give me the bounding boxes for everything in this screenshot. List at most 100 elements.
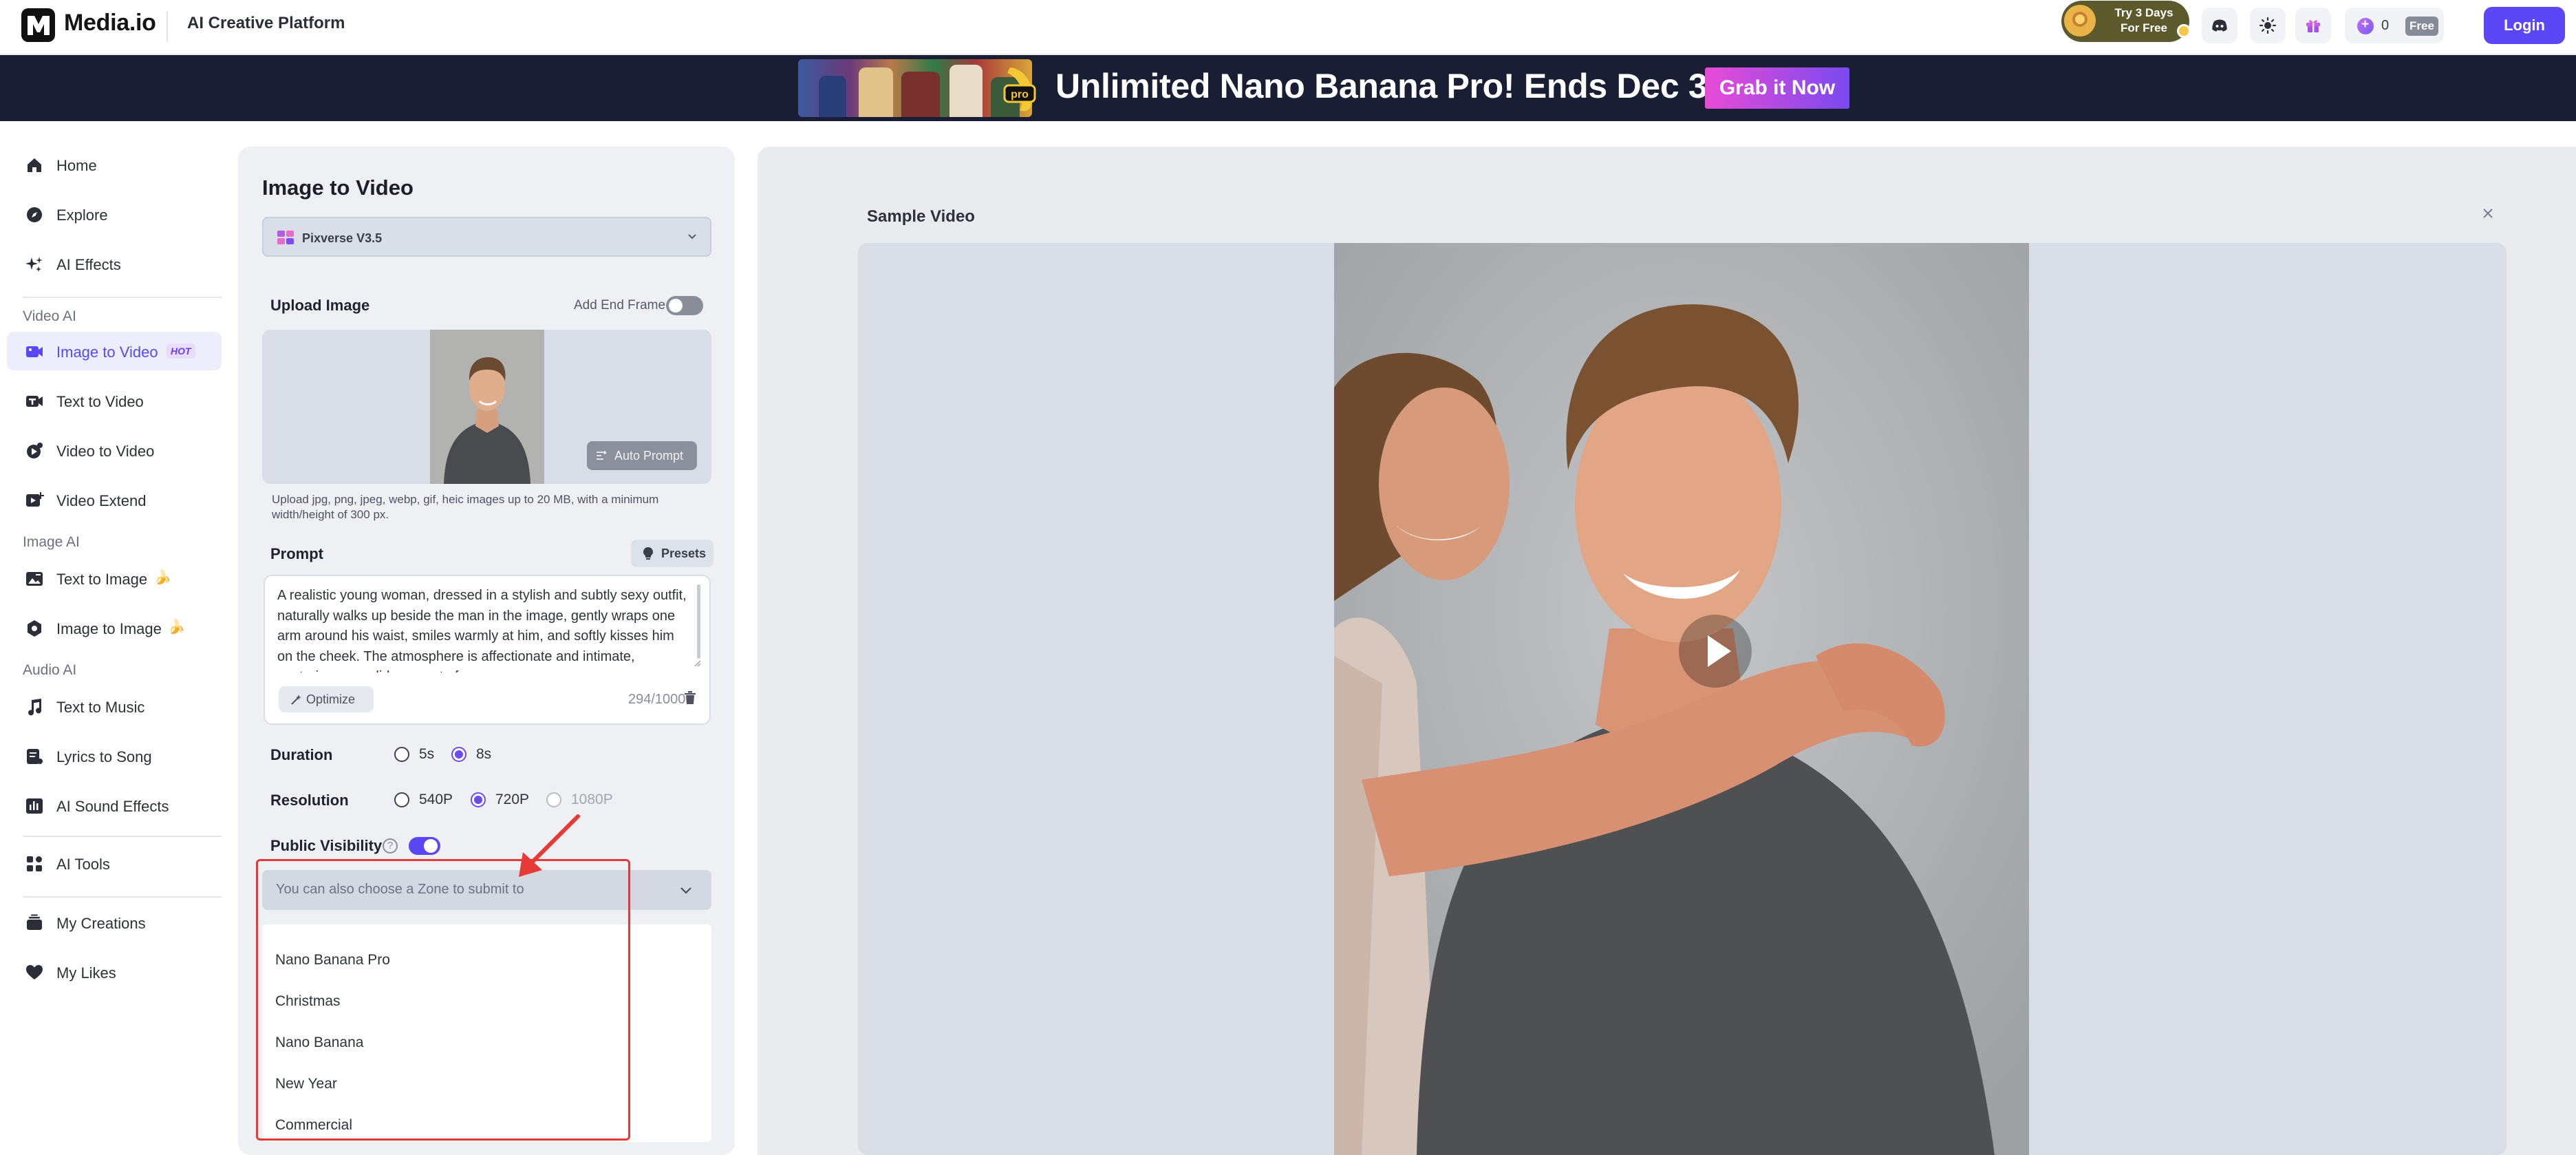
sidebar-item-text-to-image[interactable]: Text to Image 🍌: [7, 559, 222, 597]
auto-prompt-icon: [597, 451, 607, 460]
prompt-scrollbar[interactable]: [697, 584, 700, 659]
resolution-720p-radio[interactable]: [471, 792, 486, 807]
credits-pill[interactable]: 0 Free: [2345, 8, 2444, 43]
resolution-1080p-radio: [546, 792, 561, 807]
promo-artwork: [798, 59, 1032, 117]
public-visibility-toggle[interactable]: [409, 837, 440, 855]
uploaded-image-thumbnail[interactable]: [430, 330, 544, 484]
sidebar-label: Explore: [56, 206, 108, 224]
upload-image-label: Upload Image: [270, 297, 370, 314]
sidebar-item-ai-sound-effects[interactable]: AI Sound Effects: [7, 786, 222, 825]
sidebar-item-image-to-video[interactable]: Image to Video HOT: [7, 332, 222, 370]
help-icon[interactable]: ?: [383, 838, 398, 854]
grab-it-now-button[interactable]: Grab it Now: [1705, 67, 1849, 109]
tools-grid-icon: [27, 856, 42, 871]
model-select[interactable]: Pixverse V3.5: [262, 217, 711, 257]
end-frame-toggle[interactable]: [666, 296, 703, 315]
sidebar-item-text-to-video[interactable]: Text to Video: [7, 381, 222, 420]
sidebar-item-video-extend[interactable]: Video Extend: [7, 480, 222, 519]
chevron-down-icon: [688, 234, 696, 240]
lyrics-icon: [27, 749, 43, 764]
sidebar-label: Image to Video: [56, 343, 158, 361]
sidebar-label: My Likes: [56, 964, 116, 982]
prompt-textarea[interactable]: A realistic young woman, dressed in a st…: [264, 575, 711, 725]
sidebar-label: Image to Image: [56, 620, 162, 637]
section-video-ai: Video AI: [23, 308, 76, 324]
sidebar-item-lyrics-to-song[interactable]: Lyrics to Song: [7, 737, 222, 775]
upload-dropzone[interactable]: Auto Prompt: [262, 330, 711, 484]
image-video-icon: [26, 346, 43, 357]
resolution-540p-label[interactable]: 540P: [419, 792, 453, 808]
presets-bulb-icon: [643, 547, 653, 560]
sidebar-item-text-to-music[interactable]: Text to Music: [7, 687, 222, 725]
sidebar-item-image-to-image[interactable]: Image to Image 🍌: [7, 608, 222, 647]
banana-pro-icon: pro: [1003, 67, 1036, 112]
sidebar-item-home[interactable]: Home: [7, 145, 222, 184]
trial-gem-icon: [2177, 24, 2191, 38]
section-audio-ai: Audio AI: [23, 662, 77, 678]
character-counter: 294/1000: [628, 692, 686, 707]
sidebar-label: Text to Image: [56, 571, 148, 588]
theme-sun-icon[interactable]: [2250, 8, 2286, 43]
auto-prompt-label: Auto Prompt: [614, 449, 684, 463]
sidebar-label: AI Effects: [56, 256, 121, 273]
sidebar-label: Video Extend: [56, 492, 147, 509]
sidebar-item-explore[interactable]: Explore: [7, 195, 222, 233]
trial-star-icon: [2064, 5, 2096, 36]
sidebar-label: AI Tools: [56, 856, 110, 873]
sidebar-label: My Creations: [56, 915, 146, 932]
model-value: Pixverse V3.5: [302, 231, 383, 245]
prompt-text[interactable]: A realistic young woman, dressed in a st…: [277, 586, 689, 672]
sidebar-divider: [23, 297, 222, 298]
banana-icon: 🍌: [154, 570, 171, 585]
sidebar-item-ai-tools[interactable]: AI Tools: [7, 844, 222, 882]
promo-banner[interactable]: pro Unlimited Nano Banana Pro! Ends Dec …: [0, 55, 2576, 121]
resolution-label: Resolution: [270, 792, 349, 809]
image-image-icon: [28, 620, 41, 637]
section-image-ai: Image AI: [23, 534, 80, 550]
prompt-label: Prompt: [270, 545, 323, 562]
sidebar: Home Explore AI Effects Video AI Image t…: [0, 121, 227, 1155]
resolution-540p-radio[interactable]: [394, 792, 409, 807]
top-header: Media.io AI Creative Platform Try 3 Days…: [0, 0, 2576, 54]
hot-badge: HOT: [167, 343, 195, 359]
annotation-arrow-icon: [519, 814, 580, 877]
sidebar-item-my-creations[interactable]: My Creations: [7, 903, 222, 942]
highlight-box: [256, 859, 630, 1141]
chevron-down-icon: [680, 887, 691, 894]
banana-icon: 🍌: [168, 619, 185, 635]
sound-bars-icon: [26, 798, 43, 814]
duration-5s-radio[interactable]: [394, 747, 409, 762]
credit-count: 0: [2381, 18, 2390, 33]
duration-8s-radio[interactable]: [451, 747, 466, 762]
trial-line-2: For Free: [2120, 21, 2168, 34]
sidebar-item-ai-effects[interactable]: AI Effects: [7, 244, 222, 283]
sidebar-label: Text to Music: [56, 699, 145, 716]
sidebar-label: Home: [56, 157, 97, 174]
sidebar-item-my-likes[interactable]: My Likes: [7, 953, 222, 991]
auto-prompt-button[interactable]: Auto Prompt: [587, 441, 697, 470]
trash-icon[interactable]: [683, 690, 697, 706]
gift-icon[interactable]: [2295, 8, 2331, 43]
optimize-button[interactable]: Optimize: [279, 686, 374, 712]
resize-handle-icon[interactable]: [693, 659, 701, 667]
compass-icon: [27, 207, 42, 222]
optimize-label: Optimize: [306, 692, 356, 706]
resolution-720p-label[interactable]: 720P: [495, 792, 529, 808]
media-io-logo-icon[interactable]: [21, 8, 55, 42]
discord-icon[interactable]: [2202, 8, 2237, 43]
sample-video-area: Sample Video: [758, 147, 2576, 1155]
upload-hint: Upload jpg, png, jpeg, webp, gif, heic i…: [272, 493, 659, 521]
sidebar-item-video-to-video[interactable]: Video to Video: [7, 431, 222, 469]
duration-8s-label[interactable]: 8s: [476, 746, 491, 763]
brand-name[interactable]: Media.io: [64, 10, 156, 36]
presets-button[interactable]: Presets: [631, 540, 713, 567]
login-button[interactable]: Login: [2484, 7, 2565, 44]
plan-badge: Free: [2405, 17, 2438, 36]
sample-video-player[interactable]: [1334, 243, 2029, 1155]
creations-icon: [27, 914, 42, 930]
play-button[interactable]: [1679, 615, 1752, 688]
duration-5s-label[interactable]: 5s: [419, 746, 434, 763]
close-icon[interactable]: [2480, 206, 2496, 221]
free-trial-badge[interactable]: Try 3 Days For Free: [2061, 1, 2191, 42]
